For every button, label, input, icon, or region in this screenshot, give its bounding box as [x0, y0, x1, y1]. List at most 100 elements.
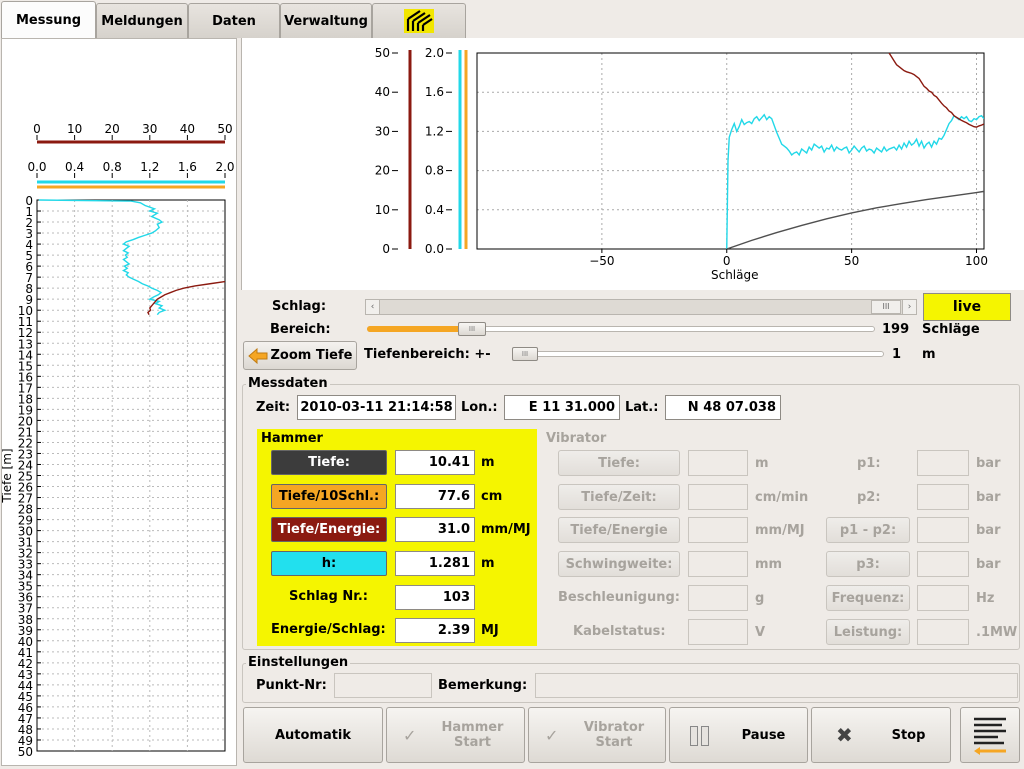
- punkt-nr-input[interactable]: [334, 673, 432, 698]
- unit-label: mm/MJ: [755, 523, 805, 538]
- lat-label: Lat.:: [625, 400, 659, 415]
- axis2-tick-label: 1.2: [140, 160, 159, 174]
- tiefenbereich-unit: m: [922, 347, 936, 362]
- bereich-slider[interactable]: III: [365, 320, 877, 338]
- slider-fill: [367, 326, 463, 332]
- hammer-tiefe-10schl-button[interactable]: Tiefe/10Schl.:: [271, 484, 387, 509]
- plot-frame: [476, 52, 985, 250]
- tab-verwaltung[interactable]: Verwaltung: [280, 3, 372, 38]
- unit-label: m: [481, 556, 495, 571]
- series-line-0: [726, 113, 984, 249]
- depth-panel: 0 10 20 30 40 50 0.0 0.4 0.8 1.2 1.6 2.0 0 1 2 3 4 5 6 7 8 9 1…: [0, 38, 237, 766]
- slider-handle[interactable]: III: [458, 322, 486, 336]
- axis2-tick-label: 0.8: [103, 160, 122, 174]
- tab-messung[interactable]: Messung: [1, 1, 96, 41]
- y-tick-label: 50: [375, 46, 390, 60]
- vibrator-tiefe-energie-button[interactable]: Tiefe/Energie: [558, 517, 680, 543]
- tab-daten[interactable]: Daten: [188, 3, 280, 38]
- unit-label: g: [755, 591, 765, 606]
- unit-label: cm: [481, 489, 503, 504]
- schlag-nr-value: 103: [395, 585, 475, 610]
- hammer-tiefe-button[interactable]: Tiefe:: [271, 450, 387, 475]
- hammer-start-button[interactable]: ✓ Hammer Start: [386, 707, 525, 763]
- leistung-button[interactable]: Leistung:: [826, 619, 910, 645]
- y2-tick-label: 1.6: [425, 85, 444, 99]
- scroll-thumb[interactable]: III: [871, 300, 901, 314]
- zoom-tiefe-button[interactable]: Zoom Tiefe: [243, 341, 357, 370]
- button-label: Automatik: [274, 727, 352, 743]
- scroll-right-arrow-icon[interactable]: ›: [902, 300, 916, 314]
- axis1-tick-label: 10: [67, 122, 82, 136]
- scroll-left-arrow-icon[interactable]: ‹: [366, 300, 380, 314]
- vibrator-field: [688, 551, 748, 577]
- button-label: Vibrator Start: [583, 720, 645, 750]
- stop-button[interactable]: ✖ Stop: [811, 707, 951, 763]
- lon-field: E 11 31.000: [504, 395, 620, 420]
- p3-button[interactable]: p3:: [826, 551, 910, 577]
- vibrator-start-button[interactable]: ✓ Vibrator Start: [528, 707, 666, 763]
- unit-label: Hz: [976, 591, 995, 606]
- menu-button[interactable]: [960, 707, 1020, 763]
- y2-tick-label: 0.4: [425, 203, 444, 217]
- x-tick-label: 100: [965, 254, 988, 268]
- live-button[interactable]: live: [923, 293, 1011, 321]
- axis1-tick-label: 20: [105, 122, 120, 136]
- unit-label: bar: [976, 523, 1001, 538]
- hammer-tiefe-value: 10.41: [395, 450, 475, 475]
- lat-field: N 48 07.038: [665, 395, 781, 420]
- bemerkung-input[interactable]: [535, 673, 1018, 698]
- vibrator-tiefe-zeit-button[interactable]: Tiefe/Zeit:: [558, 484, 680, 510]
- bereich-unit: Schläge: [922, 322, 980, 337]
- vibrator-schwingweite-button[interactable]: Schwingweite:: [558, 551, 680, 577]
- slider-handle[interactable]: III: [512, 347, 538, 361]
- vibrator-tiefe-button[interactable]: Tiefe:: [558, 450, 680, 476]
- tab-logo[interactable]: [372, 3, 466, 38]
- vibrator-field: [917, 585, 969, 611]
- frequenz-button[interactable]: Frequenz:: [826, 585, 910, 611]
- menu-list-icon: [974, 717, 1006, 755]
- vibrator-field: [917, 484, 969, 510]
- p1-p2-button[interactable]: p1 - p2:: [826, 517, 910, 543]
- checkmark-icon: ✓: [403, 725, 417, 745]
- y-tick-label: 30: [375, 124, 390, 138]
- vibrator-field: [688, 450, 748, 476]
- axis2-tick-label: 1.6: [178, 160, 197, 174]
- y-tick-label: 0: [382, 242, 390, 256]
- unit-label: bar: [976, 557, 1001, 572]
- p2-label: p2:: [857, 490, 881, 505]
- energie-schlag-label: Energie/Schlag:: [271, 622, 386, 637]
- hammer-tiefe-energie-button[interactable]: Tiefe/Energie:: [271, 517, 387, 542]
- pause-button[interactable]: Pause: [669, 707, 808, 763]
- tab-label: Messung: [15, 13, 82, 28]
- tiefenbereich-value: 1: [892, 347, 902, 362]
- series-line-1: [888, 53, 984, 128]
- hammer-h-button[interactable]: h:: [271, 551, 387, 576]
- x-tick-label: −50: [589, 254, 614, 268]
- vibrator-field: [688, 517, 748, 543]
- axis2-tick-label: 0.0: [27, 160, 46, 174]
- kabelstatus-label: Kabelstatus:: [573, 624, 666, 639]
- bereich-value: 199: [882, 322, 910, 337]
- axis1-tick-label: 50: [217, 122, 232, 136]
- depth-profile-plot: 0 10 20 30 40 500.0 0.4 0.8 1.2 1.6 2.001234567891…: [0, 122, 235, 759]
- y2-tick-label: 2.0: [425, 46, 444, 60]
- zoom-label: Zoom Tiefe: [270, 348, 353, 363]
- chart-panel: 0 10 20 30 40 50 0.0 0.4 0.8 1.2 1.6 2.0 −50 0 50 100 Sc…: [241, 38, 1024, 290]
- tab-meldungen[interactable]: Meldungen: [96, 3, 188, 38]
- hammer-h-value: 1.281: [395, 551, 475, 576]
- tab-label: Daten: [212, 13, 256, 29]
- series-line-2: [726, 190, 984, 249]
- unit-label: mm: [755, 557, 783, 572]
- vibrator-field: [917, 517, 969, 543]
- unit-label: mm/MJ: [481, 522, 531, 537]
- axis1-tick-label: 40: [180, 122, 195, 136]
- arrow-left-icon: [247, 347, 267, 364]
- hammer-title: Hammer: [261, 431, 323, 446]
- axis2-tick-label: 0.4: [65, 160, 84, 174]
- schlag-scrollbar[interactable]: ‹ III ›: [365, 299, 917, 315]
- messdaten-title: Messdaten: [246, 376, 330, 391]
- tiefenbereich-slider[interactable]: III: [510, 345, 886, 363]
- automatik-button[interactable]: Automatik: [243, 707, 383, 763]
- unit-label: m: [755, 456, 769, 471]
- vibrator-field: [688, 619, 748, 645]
